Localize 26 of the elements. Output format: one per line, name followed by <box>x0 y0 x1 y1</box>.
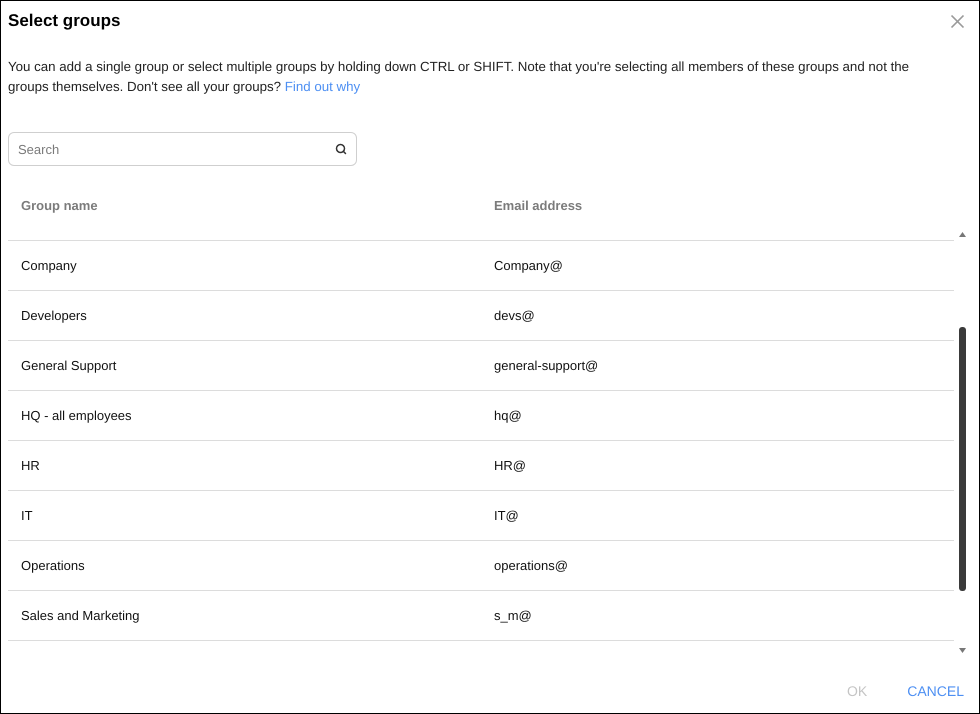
search-field[interactable]: Search <box>8 132 357 166</box>
email-cell-text: HR@ <box>494 456 526 475</box>
group-name-cell-text: General Support <box>21 356 116 375</box>
close-icon[interactable] <box>951 15 964 28</box>
scroll-up-arrow-icon[interactable] <box>959 232 966 237</box>
group-name-cell-text: Developers <box>21 306 87 325</box>
search-icon[interactable] <box>335 143 347 155</box>
email-cell-text: operations@ <box>494 556 568 575</box>
group-name-cell-text: HR <box>21 456 40 475</box>
group-name-cell-text: IT <box>21 506 33 525</box>
description-text: You can add a single group or select multiple groups by holding down CTRL or SHIFT. Note that you're selecting all members of these groups and not the groups themselves. Don't see all your groups? Find out why <box>8 58 910 96</box>
email-cell-text: devs@ <box>494 306 535 325</box>
email-cell-text: s_m@ <box>494 606 532 625</box>
email-cell-text: hq@ <box>494 406 522 425</box>
column-header: Email address <box>494 198 582 214</box>
scrollbar-thumb[interactable] <box>959 327 966 591</box>
scroll-down-arrow-icon[interactable] <box>959 648 966 653</box>
column-header: Group name <box>21 198 98 214</box>
group-name-cell-text: Company <box>21 256 77 275</box>
dialog-title: Select groups <box>8 11 120 31</box>
email-cell-text: IT@ <box>494 506 519 525</box>
email-cell-text: general-support@ <box>494 356 598 375</box>
group-name-cell-text: Sales and Marketing <box>21 606 140 625</box>
group-name-cell-text: Operations <box>21 556 85 575</box>
group-name-cell-text: HQ - all employees <box>21 406 132 425</box>
email-cell-text: Company@ <box>494 256 563 275</box>
